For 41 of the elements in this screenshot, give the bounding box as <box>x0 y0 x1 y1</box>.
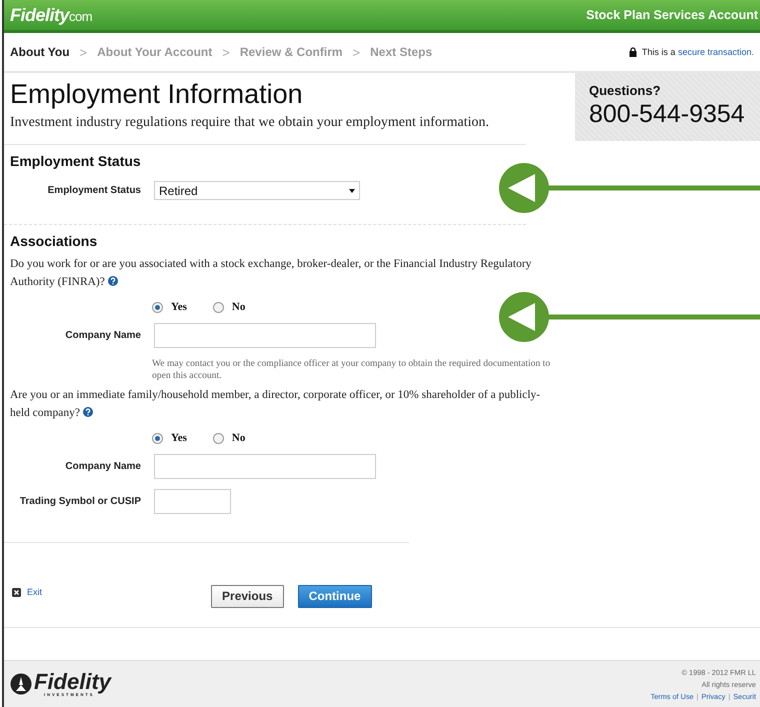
progress-step: Review & Confirm <box>240 45 343 59</box>
radio-option[interactable]: Yes <box>152 301 187 313</box>
question-text: Do you work for or are you associated with a stock exchange, broker-dealer, or the Financial Industry Regulatory Authority (FINRA)? <box>10 257 532 290</box>
employment-status-select[interactable]: Retired <box>154 181 360 200</box>
step-separator: > <box>80 44 88 60</box>
text-input[interactable] <box>154 454 376 479</box>
section-heading: Associations <box>10 233 98 249</box>
help-icon[interactable] <box>108 276 118 286</box>
field-label: Trading Symbol or CUSIP <box>18 496 141 507</box>
previous-button[interactable]: Previous <box>211 584 284 608</box>
secure-link[interactable]: secure transaction. <box>678 47 754 57</box>
question-text: Are you or an immediate family/household member, a director, corporate officer, or 10% shareholder of a publicly-held company? <box>10 388 542 421</box>
progress-step: About Your Account <box>97 45 212 59</box>
radio-option[interactable]: No <box>212 301 246 313</box>
phone-number: 800-544-9354 <box>589 100 746 129</box>
help-icon[interactable] <box>82 407 93 417</box>
step-separator: > <box>222 44 230 60</box>
lock-icon <box>628 47 637 57</box>
text-input[interactable] <box>154 489 231 514</box>
radio-option[interactable]: No <box>212 432 246 444</box>
footer-logo: Fidelity <box>34 671 112 693</box>
close-icon <box>12 588 21 596</box>
progress-step: Next Steps <box>370 45 432 59</box>
continue-button[interactable]: Continue <box>298 584 372 608</box>
intro-text: Investment industry regulations require that we obtain your employment information. <box>10 114 490 132</box>
field-label: Employment Status <box>46 185 141 196</box>
field-label: Company Name <box>64 330 141 341</box>
dropdown-caret-icon <box>349 188 355 192</box>
questions-label: Questions? <box>589 83 662 98</box>
account-title: Stock Plan Services Account <box>586 8 758 22</box>
help-note: We may contact you or the compliance officer at your company to obtain the required documentation to open this account. <box>152 358 552 382</box>
progress-step: About You <box>10 45 70 59</box>
text-input[interactable] <box>154 323 376 348</box>
logo-emblem-icon <box>10 673 32 695</box>
section-heading: Employment Status <box>10 153 142 169</box>
exit-link[interactable]: Exit <box>27 587 42 597</box>
radio-option[interactable]: Yes <box>152 432 187 444</box>
step-separator: > <box>352 44 360 60</box>
page-title: Employment Information <box>10 79 304 110</box>
secure-text: This is a secure transaction. <box>642 47 754 57</box>
field-label: Company Name <box>64 461 141 472</box>
